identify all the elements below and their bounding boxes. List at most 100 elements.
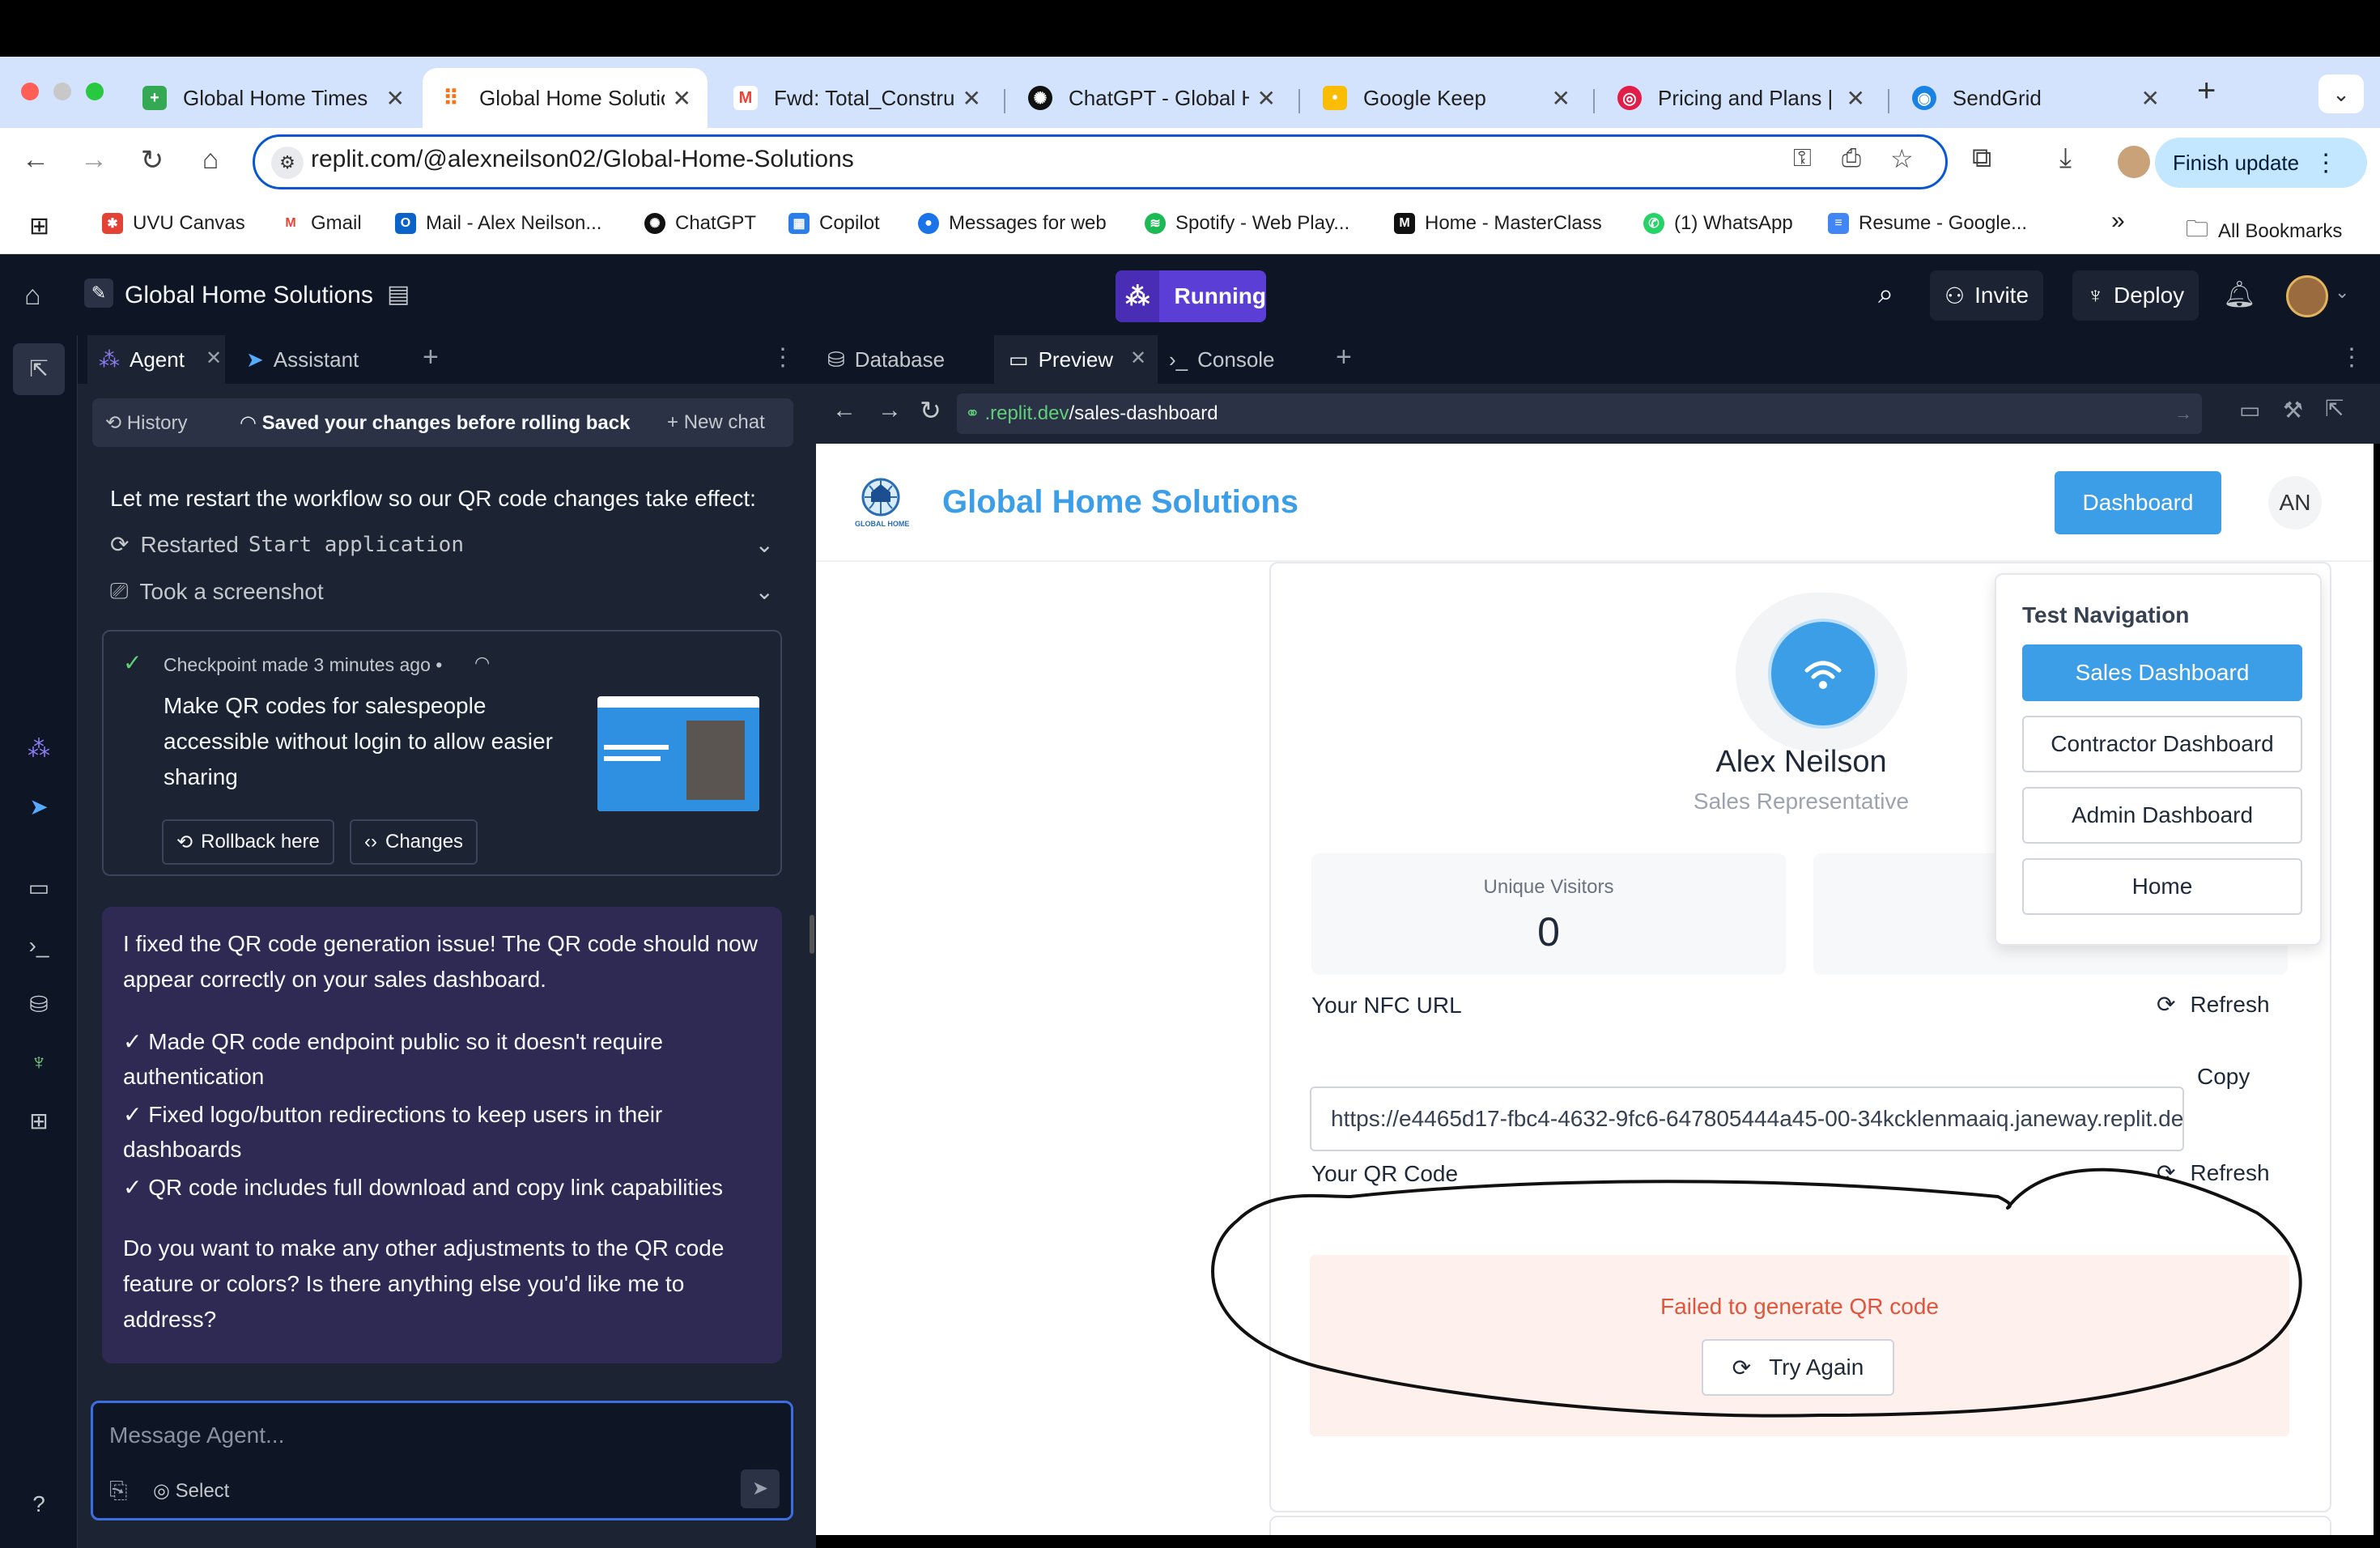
action-screenshot[interactable]: ⎚ Took a screenshot ⌄ (110, 578, 774, 605)
finish-update-button[interactable]: Finish update ⋮ (2155, 138, 2367, 188)
add-tab-plus-icon[interactable]: + (1336, 342, 1352, 373)
send-icon[interactable]: ➤ (741, 1469, 780, 1508)
bookmark-item[interactable]: M Home - MasterClass (1394, 212, 1602, 235)
go-arrow-icon[interactable]: → (2174, 403, 2192, 424)
browser-tab[interactable]: • Google Keep ✕ (1307, 68, 1587, 128)
message-input-placeholder[interactable]: Message Agent... (109, 1423, 284, 1448)
bookmark-item[interactable]: M Gmail (280, 212, 362, 235)
bookmark-item[interactable]: ● Messages for web (918, 212, 1107, 235)
browser-tab[interactable]: + Global Home Times ✕ (126, 68, 421, 128)
tab-close-icon[interactable]: ✕ (1257, 85, 1276, 112)
add-tab-plus-icon[interactable]: + (423, 342, 439, 373)
password-key-icon[interactable]: ⚿ (1793, 145, 1812, 172)
user-avatar[interactable] (2286, 275, 2328, 317)
browser-tab[interactable]: ✺ ChatGPT - Global H ✕ (1012, 68, 1292, 128)
assistant-icon[interactable]: ➤ (23, 793, 55, 826)
kebab-menu-icon[interactable]: ⋮ (2340, 343, 2364, 372)
browser-tab[interactable]: ◎ Pricing and Plans | S ✕ (1601, 68, 1881, 128)
checkpoint-thumbnail[interactable] (597, 696, 759, 811)
device-monitor-icon[interactable]: ▭ (2239, 397, 2260, 423)
help-icon[interactable]: ? (23, 1491, 55, 1524)
rollback-label: Rollback here (201, 831, 320, 853)
bookmark-item[interactable]: ✱ UVU Canvas (102, 212, 245, 235)
kebab-menu-icon[interactable]: ⋮ (2314, 149, 2338, 177)
browser-tab-active[interactable]: ⠿ Global Home Solutio ✕ (423, 68, 708, 128)
reload-icon[interactable]: ↻ (134, 144, 170, 176)
tab-database[interactable]: ⛁ Database (827, 335, 945, 384)
home-icon[interactable]: ⌂ (193, 144, 228, 176)
browser-tab[interactable]: ◉ SendGrid ✕ (1896, 68, 2176, 128)
bookmark-item[interactable]: O Mail - Alex Neilson... (395, 212, 601, 235)
close-tab-icon[interactable]: ✕ (206, 347, 222, 370)
tab-close-icon[interactable]: ✕ (673, 85, 691, 112)
tab-close-icon[interactable]: ✕ (2141, 85, 2160, 112)
deployments-icon[interactable]: ♆ (23, 1049, 55, 1082)
bookmark-item[interactable]: ▦ Copilot (788, 212, 880, 235)
deploy-button[interactable]: ♆ Deploy (2072, 270, 2199, 321)
run-status-button[interactable]: ⁂ Running (1116, 270, 1266, 322)
changes-button[interactable]: ‹› Changes (350, 819, 478, 865)
home-icon[interactable]: ⌂ (24, 280, 41, 312)
devtools-wrench-icon[interactable]: ⚒ (2283, 397, 2303, 423)
chevron-down-icon[interactable]: ⌄ (755, 578, 774, 605)
close-tab-icon[interactable]: ✕ (1130, 347, 1146, 370)
project-menu-icon[interactable]: ▤ (387, 280, 410, 308)
apps-grid-icon[interactable]: ⊞ (29, 212, 49, 240)
invite-label: Invite (1974, 283, 2029, 308)
search-icon[interactable]: ⌕ (1878, 279, 1893, 310)
open-new-window-icon[interactable]: ⇱ (2325, 395, 2344, 422)
downloads-icon[interactable]: ⤓ (2059, 142, 2072, 174)
bookmark-star-icon[interactable]: ☆ (1890, 143, 1914, 174)
project-name[interactable]: Global Home Solutions (125, 282, 373, 309)
window-zoom-dot[interactable] (86, 83, 104, 100)
new-chat-button[interactable]: + New chat (667, 411, 765, 434)
new-tab-plus-icon[interactable]: + (2197, 73, 2216, 109)
tab-search-chevron-icon[interactable]: ⌄ (2318, 74, 2364, 113)
preview-reload-icon[interactable]: ↻ (920, 395, 941, 426)
tab-close-icon[interactable]: ✕ (1552, 85, 1570, 112)
paperclip-icon[interactable]: ⎘ (109, 1478, 127, 1504)
site-info-icon[interactable]: ⚙ (271, 147, 304, 179)
chevron-down-icon[interactable]: ⌄ (755, 531, 774, 558)
all-bookmarks[interactable]: 🗀 All Bookmarks (2186, 212, 2342, 251)
bookmark-item[interactable]: ≡ Resume - Google... (1828, 212, 2027, 235)
files-toggle-icon[interactable]: ⇱ (13, 343, 65, 395)
kebab-menu-icon[interactable]: ⋮ (771, 343, 795, 372)
preview-monitor-icon[interactable]: ▭ (23, 874, 55, 907)
bookmark-item[interactable]: ✆ (1) WhatsApp (1643, 212, 1793, 235)
preview-forward-icon[interactable]: → (878, 397, 902, 424)
bookmark-item[interactable]: ✺ ChatGPT (644, 212, 756, 235)
tab-close-icon[interactable]: ✕ (386, 85, 405, 112)
message-composer[interactable]: Message Agent... ⎘ ◎ Select ➤ (91, 1401, 793, 1520)
chatgpt-favicon-icon: ✺ (1028, 86, 1052, 110)
back-arrow-icon[interactable]: ← (18, 144, 53, 176)
rollback-button[interactable]: ⟲ Rollback here (162, 819, 334, 865)
extensions-puzzle-icon[interactable]: ⧉ (1972, 142, 1991, 174)
window-minimize-dot[interactable] (53, 83, 71, 100)
tab-close-icon[interactable]: ✕ (963, 85, 981, 112)
console-icon[interactable]: ›_ (23, 933, 55, 965)
history-button[interactable]: ⟲ History (105, 411, 187, 435)
browser-tab[interactable]: M Fwd: Total_Constru ✕ (717, 68, 997, 128)
bell-icon[interactable]: 🔔︎ (2223, 279, 2256, 309)
tab-agent[interactable]: ⁂ Agent (87, 335, 225, 384)
profile-avatar[interactable] (2118, 146, 2150, 178)
preview-url-bar[interactable]: ⚭ .replit.dev /sales-dashboard → (957, 393, 2202, 434)
install-app-icon[interactable]: ⎙ (1842, 145, 1861, 172)
chevron-down-icon[interactable]: ⌄ (2335, 282, 2349, 303)
database-icon[interactable]: ⛁ (23, 991, 55, 1023)
bookmark-item[interactable]: ≋ Spotify - Web Play... (1145, 212, 1349, 235)
action-restarted[interactable]: ⟳ Restarted Start application ⌄ (110, 531, 774, 558)
tab-close-icon[interactable]: ✕ (1847, 85, 1865, 112)
invite-button[interactable]: ⚇ Invite (1930, 270, 2044, 321)
all-tools-grid-icon[interactable]: ⊞ (23, 1108, 55, 1140)
panel-resize-handle[interactable] (810, 915, 814, 954)
agent-icon[interactable]: ⁂ (23, 735, 55, 768)
select-button[interactable]: ◎ Select (153, 1479, 229, 1503)
tab-console[interactable]: ›_ Console (1169, 335, 1275, 384)
more-bookmarks-icon[interactable]: » (2111, 207, 2125, 235)
window-close-dot[interactable] (21, 83, 39, 100)
forward-arrow-icon[interactable]: → (76, 144, 112, 176)
tab-assistant[interactable]: ➤ Assistant (246, 335, 359, 384)
preview-back-icon[interactable]: ← (832, 397, 856, 424)
